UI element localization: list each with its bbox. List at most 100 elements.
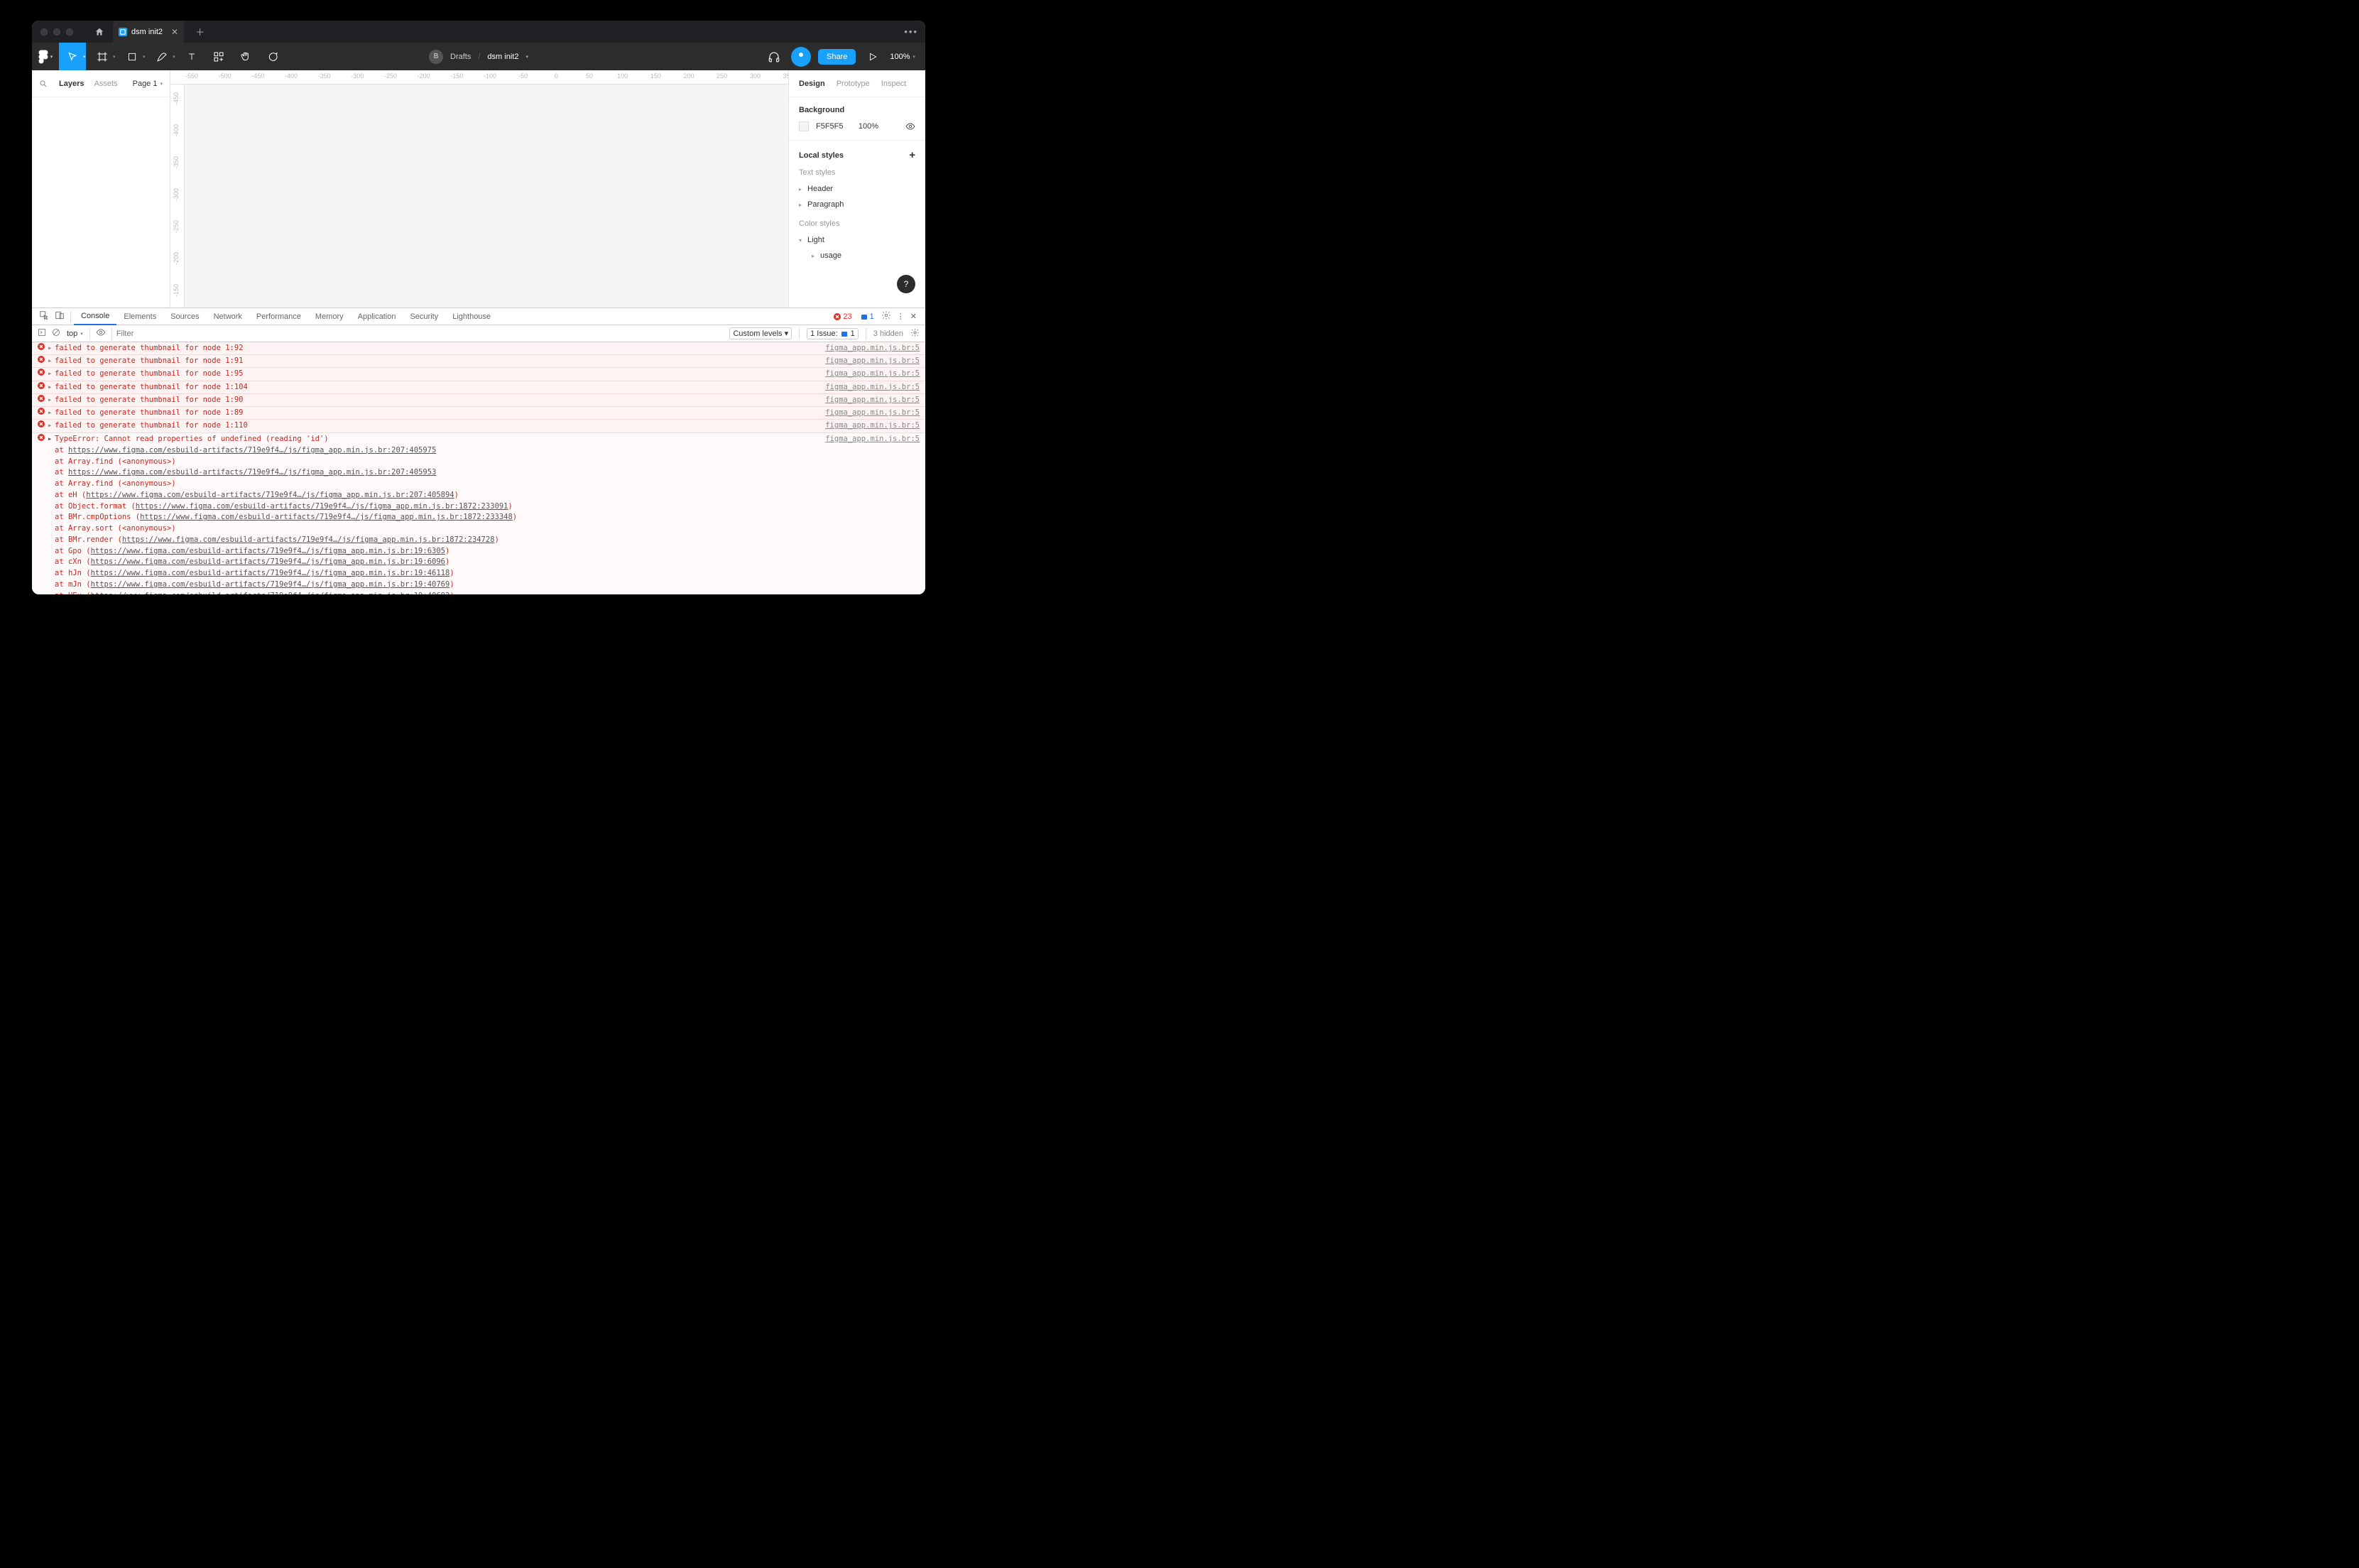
log-levels-selector[interactable]: Custom levels ▾ [729, 327, 792, 339]
shape-tool[interactable] [119, 43, 146, 70]
devtools-tab-lighthouse[interactable]: Lighthouse [445, 308, 498, 325]
stack-source-link[interactable]: https://www.figma.com/esbuild-artifacts/… [91, 569, 450, 577]
background-row[interactable]: F5F5F5 100% [799, 121, 915, 131]
devtools-more-icon[interactable]: ⋮ [897, 312, 905, 321]
devtools-tab-sources[interactable]: Sources [163, 308, 206, 325]
comment-tool[interactable] [259, 43, 286, 70]
console-filter-input[interactable] [111, 327, 724, 340]
error-source[interactable]: figma_app.min.js.br:5 [825, 395, 920, 405]
error-source[interactable]: figma_app.min.js.br:5 [825, 434, 920, 445]
zoom-control[interactable]: 100% ▾ [890, 53, 915, 61]
expand-icon[interactable]: ▸ [48, 408, 55, 418]
shape-tool-chevron[interactable]: ▾ [143, 43, 148, 70]
pen-tool-chevron[interactable]: ▾ [173, 43, 178, 70]
overflow-menu-icon[interactable]: ••• [904, 26, 918, 37]
stack-source-link[interactable]: https://www.figma.com/esbuild-artifacts/… [68, 446, 436, 454]
console-error-line[interactable]: ▸failed to generate thumbnail for node 1… [32, 381, 925, 394]
stack-source-link[interactable]: https://www.figma.com/esbuild-artifacts/… [91, 557, 445, 566]
expand-icon[interactable]: ▸ [48, 382, 55, 393]
console-error-line[interactable]: ▸failed to generate thumbnail for node 1… [32, 342, 925, 355]
window-controls[interactable] [40, 28, 73, 36]
text-style-header[interactable]: ▸ Header [799, 181, 915, 197]
layers-tab[interactable]: Layers [59, 80, 84, 88]
breadcrumb-file[interactable]: dsm init2 [487, 53, 518, 61]
resources-tool[interactable] [205, 43, 232, 70]
devtools-tab-security[interactable]: Security [403, 308, 445, 325]
chevron-down-icon[interactable]: ▾ [525, 54, 528, 60]
console-error-line[interactable]: ▸failed to generate thumbnail for node 1… [32, 407, 925, 420]
info-count-badge[interactable]: 1 [859, 312, 876, 321]
error-count-badge[interactable]: 23 [832, 312, 853, 321]
audio-button[interactable] [764, 47, 784, 67]
zoom-window-icon[interactable] [66, 28, 73, 36]
issues-badge[interactable]: 1 Issue: 1 [807, 328, 859, 339]
breadcrumb-folder[interactable]: Drafts [450, 53, 471, 61]
devtools-tab-elements[interactable]: Elements [116, 308, 163, 325]
page-selector[interactable]: Page 1 ▾ [133, 80, 163, 88]
search-icon[interactable] [39, 80, 48, 88]
expand-icon[interactable]: ▸ [48, 343, 55, 354]
stack-source-link[interactable]: https://www.figma.com/esbuild-artifacts/… [136, 502, 508, 511]
color-group-usage[interactable]: ▸ usage [799, 248, 915, 263]
expand-icon[interactable]: ▸ [48, 420, 55, 431]
error-source[interactable]: figma_app.min.js.br:5 [825, 369, 920, 379]
stack-source-link[interactable]: https://www.figma.com/esbuild-artifacts/… [91, 580, 450, 589]
error-source[interactable]: figma_app.min.js.br:5 [825, 420, 920, 431]
devtools-tab-network[interactable]: Network [207, 308, 249, 325]
context-selector[interactable]: top ▾ [66, 327, 84, 340]
frame-tool[interactable] [89, 43, 116, 70]
text-tool[interactable] [178, 43, 205, 70]
device-toolbar-icon[interactable] [52, 310, 67, 322]
design-tab[interactable]: Design [799, 80, 825, 88]
hidden-messages[interactable]: 3 hidden [873, 330, 903, 338]
expand-icon[interactable]: ▸ [48, 395, 55, 405]
devtools-tab-application[interactable]: Application [351, 308, 403, 325]
stack-source-link[interactable]: https://www.figma.com/esbuild-artifacts/… [68, 468, 436, 477]
clear-console-icon[interactable] [52, 328, 60, 339]
console-error-expanded[interactable]: ▸TypeError: Cannot read properties of un… [32, 433, 925, 445]
color-group-light[interactable]: ▾ Light [799, 232, 915, 248]
stack-source-link[interactable]: https://www.figma.com/esbuild-artifacts/… [91, 547, 445, 555]
live-expression-icon[interactable] [96, 327, 106, 339]
frame-tool-chevron[interactable]: ▾ [113, 43, 119, 70]
stack-source-link[interactable]: https://www.figma.com/esbuild-artifacts/… [86, 491, 454, 499]
inspect-element-icon[interactable] [36, 310, 52, 322]
expand-icon[interactable]: ▸ [48, 369, 55, 379]
multiplayer-avatar[interactable] [791, 47, 811, 67]
hand-tool[interactable] [232, 43, 259, 70]
devtools-settings-icon[interactable] [881, 310, 891, 322]
error-source[interactable]: figma_app.min.js.br:5 [825, 343, 920, 354]
canvas[interactable]: -550-500-450-400-350-300-250-200-150-100… [170, 70, 788, 307]
user-avatar[interactable]: B [429, 50, 443, 64]
share-button[interactable]: Share [818, 49, 856, 65]
devtools-tab-console[interactable]: Console [74, 308, 116, 325]
console-error-line[interactable]: ▸failed to generate thumbnail for node 1… [32, 355, 925, 368]
home-tab[interactable] [86, 27, 113, 37]
move-tool-chevron[interactable]: ▾ [83, 43, 89, 70]
prototype-tab[interactable]: Prototype [837, 80, 870, 88]
help-button[interactable]: ? [897, 275, 915, 293]
add-style-button[interactable]: + [909, 149, 915, 161]
close-tab-icon[interactable]: ✕ [171, 27, 178, 37]
text-style-paragraph[interactable]: ▸ Paragraph [799, 197, 915, 212]
devtools-tab-memory[interactable]: Memory [308, 308, 351, 325]
stack-source-link[interactable]: https://www.figma.com/esbuild-artifacts/… [122, 535, 495, 544]
error-source[interactable]: figma_app.min.js.br:5 [825, 382, 920, 393]
stack-source-link[interactable]: https://www.figma.com/esbuild-artifacts/… [140, 513, 513, 521]
background-opacity-value[interactable]: 100% [859, 122, 878, 131]
console-sidebar-icon[interactable] [38, 328, 46, 339]
devtools-close-icon[interactable]: ✕ [910, 312, 917, 321]
file-tab[interactable]: dsm init2 ✕ [113, 21, 184, 43]
devtools-tab-performance[interactable]: Performance [249, 308, 308, 325]
new-tab-button[interactable]: ＋ [190, 25, 210, 38]
pen-tool[interactable] [148, 43, 175, 70]
inspect-tab[interactable]: Inspect [881, 80, 906, 88]
console-body[interactable]: ▸failed to generate thumbnail for node 1… [32, 342, 925, 594]
console-error-line[interactable]: ▸failed to generate thumbnail for node 1… [32, 394, 925, 407]
minimize-window-icon[interactable] [53, 28, 60, 36]
assets-tab[interactable]: Assets [94, 80, 117, 88]
console-settings-icon[interactable] [910, 328, 920, 339]
console-error-line[interactable]: ▸failed to generate thumbnail for node 1… [32, 368, 925, 381]
error-source[interactable]: figma_app.min.js.br:5 [825, 408, 920, 418]
move-tool[interactable] [59, 43, 86, 70]
